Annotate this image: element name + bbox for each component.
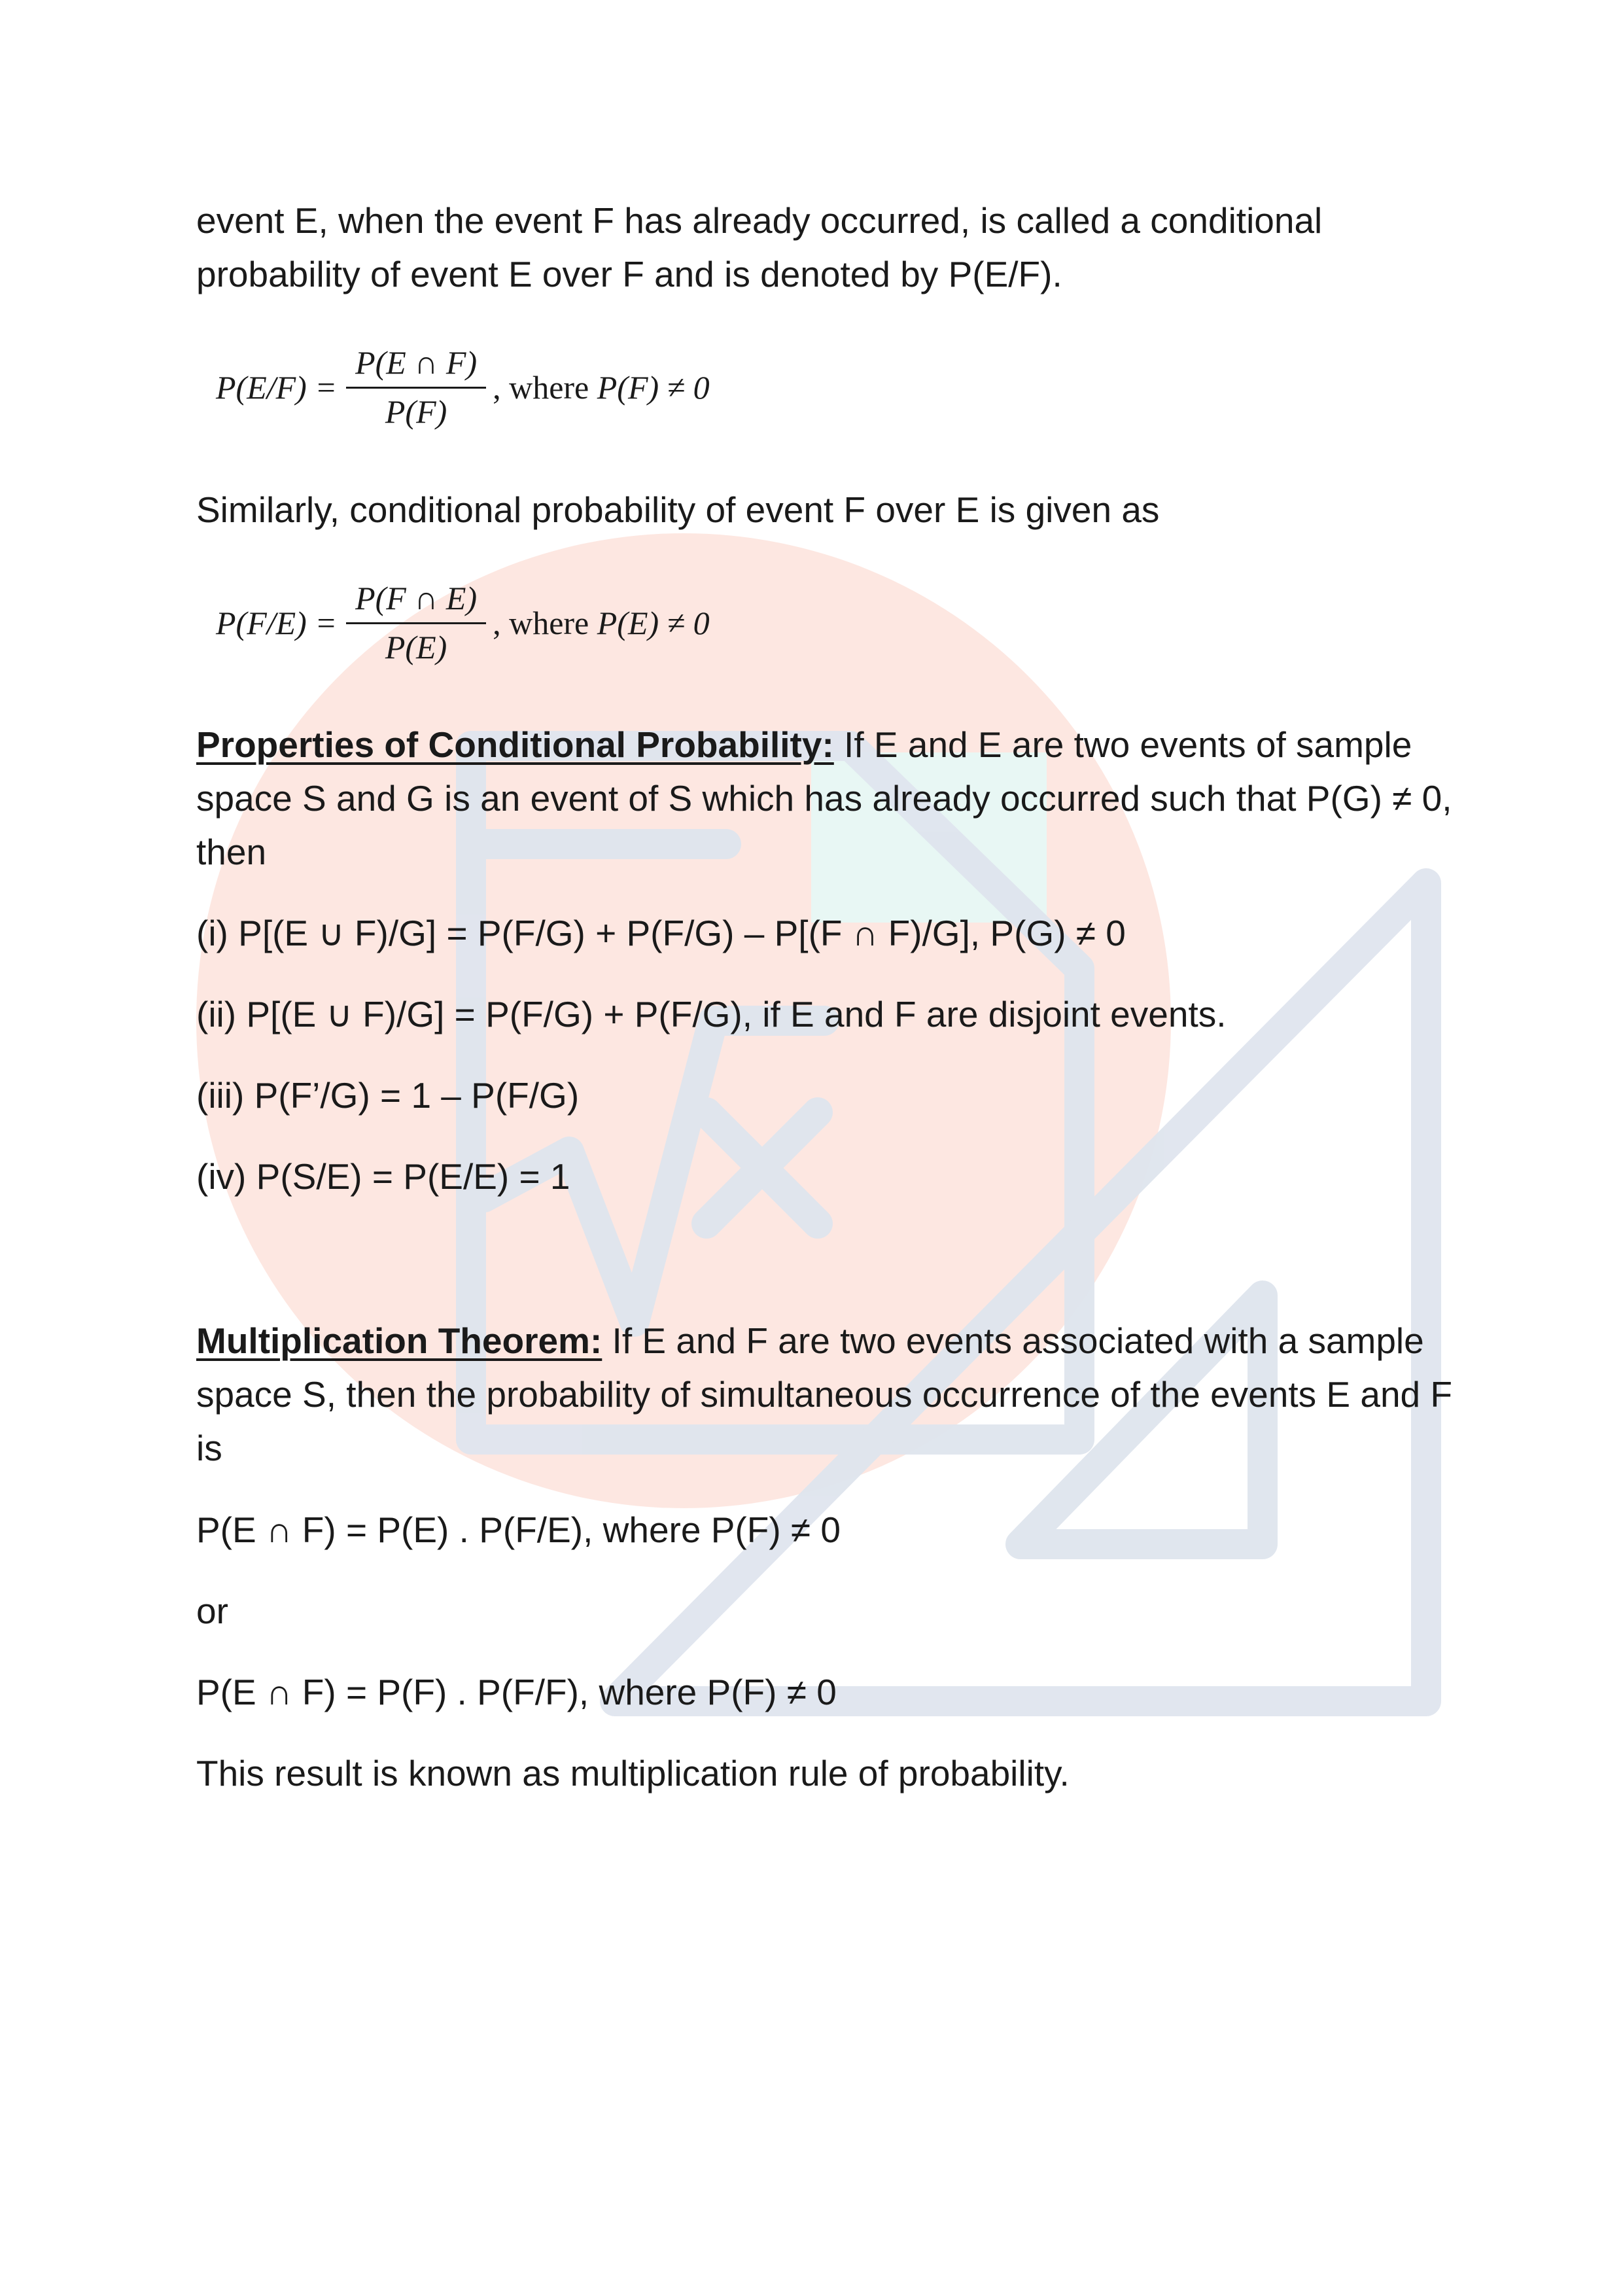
property-item-4: (iv) P(S/E) = P(E/E) = 1	[196, 1156, 570, 1197]
properties-intro-line-2: space S and G is an event of S which has…	[196, 778, 1452, 819]
fraction-denominator: P(E)	[385, 629, 447, 665]
fraction-numerator: P(F ∩ E)	[355, 580, 478, 616]
formula-fraction: P(F ∩ E) P(E)	[346, 579, 487, 666]
multiplication-intro-line-1: Multiplication Theorem: If E and F are t…	[196, 1320, 1424, 1361]
intro-line-2: probability of event E over F and is den…	[196, 254, 1062, 294]
formula-lhs: P(F/E) =	[216, 604, 338, 641]
intro-line-1: event E, when the event F has already oc…	[196, 200, 1323, 241]
properties-intro-line-3: then	[196, 832, 267, 872]
watermark-times-sign	[691, 1097, 833, 1239]
property-item-3: (iii) P(F’/G) = 1 – P(F/G)	[196, 1075, 580, 1116]
formula-where: where	[509, 604, 589, 641]
formula-condition: P(F) ≠ 0	[597, 368, 710, 406]
multiplication-intro-line-2: space S, then the probability of simulta…	[196, 1374, 1453, 1415]
conditional-probability-formula-ef: P(E/F) = P(E ∩ F) P(F) , where P(F) ≠ 0	[216, 344, 710, 431]
formula-lhs: P(E/F) =	[216, 368, 338, 406]
fraction-numerator: P(E ∩ F)	[355, 344, 478, 381]
multiplication-intro-line-3: is	[196, 1428, 222, 1468]
multiplication-heading: Multiplication Theorem:	[196, 1320, 602, 1361]
fraction-denominator: P(F)	[385, 393, 447, 430]
formula-fraction: P(E ∩ F) P(F)	[346, 344, 487, 431]
conditional-probability-formula-fe: P(F/E) = P(F ∩ E) P(E) , where P(E) ≠ 0	[216, 579, 710, 666]
multiplication-formula-a: P(E ∩ F) = P(E) . P(F/E), where P(F) ≠ 0	[196, 1510, 841, 1550]
similarly-text: Similarly, conditional probability of ev…	[196, 489, 1160, 530]
multiplication-conclusion: This result is known as multiplication r…	[196, 1753, 1070, 1793]
or-text: or	[196, 1591, 228, 1631]
formula-condition: P(E) ≠ 0	[597, 604, 710, 641]
property-item-2: (ii) P[(E ∪ F)/G] = P(F/G) + P(F/G), if …	[196, 994, 1227, 1034]
multiplication-formula-b: P(E ∩ F) = P(F) . P(F/F), where P(F) ≠ 0	[196, 1672, 837, 1712]
properties-intro-line-1: Properties of Conditional Probability: I…	[196, 724, 1412, 765]
property-item-1: (i) P[(E ∪ F)/G] = P(F/G) + P(F/G) – P[(…	[196, 913, 1126, 953]
formula-where: where	[509, 368, 589, 406]
properties-heading: Properties of Conditional Probability:	[196, 724, 834, 765]
